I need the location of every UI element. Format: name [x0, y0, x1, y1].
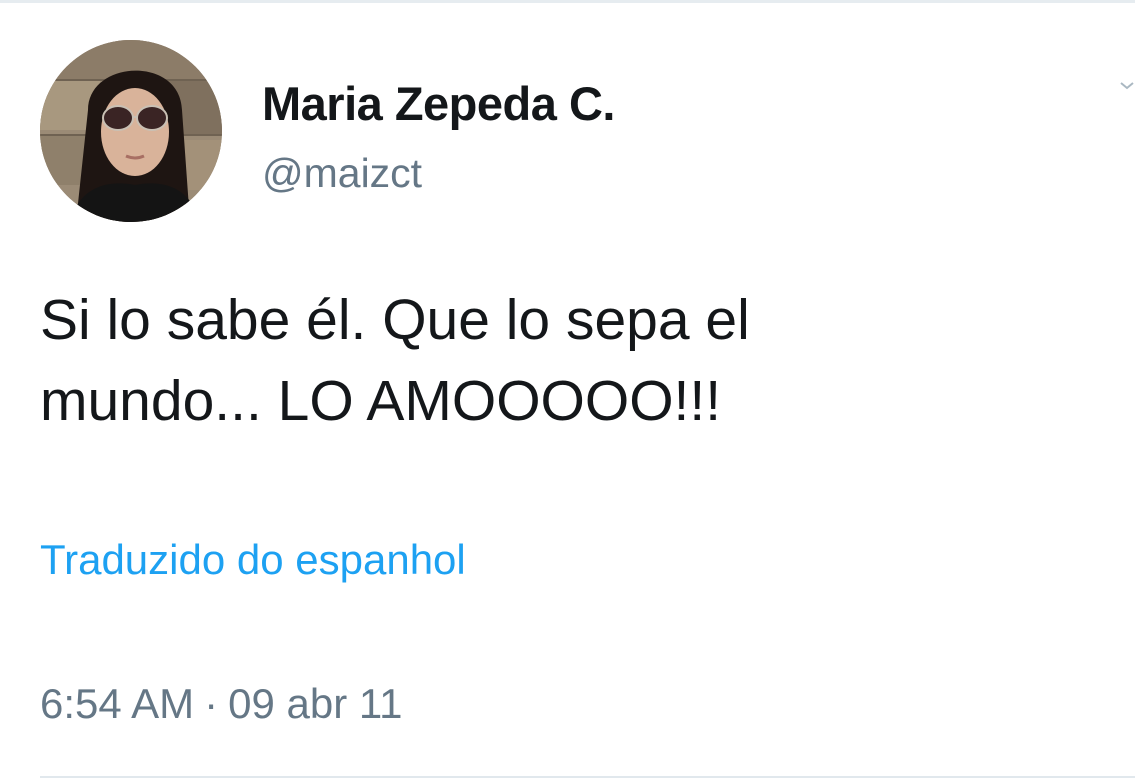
tweet-text-line-1: Si lo sabe él. Que lo sepa el [40, 288, 750, 352]
author-handle[interactable]: @maizct [262, 150, 422, 197]
profile-photo-icon [40, 40, 222, 222]
bottom-divider [40, 776, 1135, 778]
tweet-text: Si lo sabe él. Que lo sepa el mundo... L… [40, 280, 1100, 442]
tweet-text-line-2: mundo... LO AMOOOOO!!! [40, 369, 722, 433]
chevron-down-icon[interactable] [1118, 78, 1135, 98]
tweet-date[interactable]: 09 abr 11 [228, 680, 402, 727]
translate-link[interactable]: Traduzido do espanhol [40, 536, 466, 584]
top-divider [0, 0, 1135, 3]
timestamp-separator: · [204, 680, 219, 727]
author-display-name[interactable]: Maria Zepeda C. [262, 76, 615, 131]
avatar[interactable] [40, 40, 222, 222]
tweet-time[interactable]: 6:54 AM [40, 680, 194, 727]
tweet-timestamp: 6:54 AM · 09 abr 11 [40, 680, 402, 728]
